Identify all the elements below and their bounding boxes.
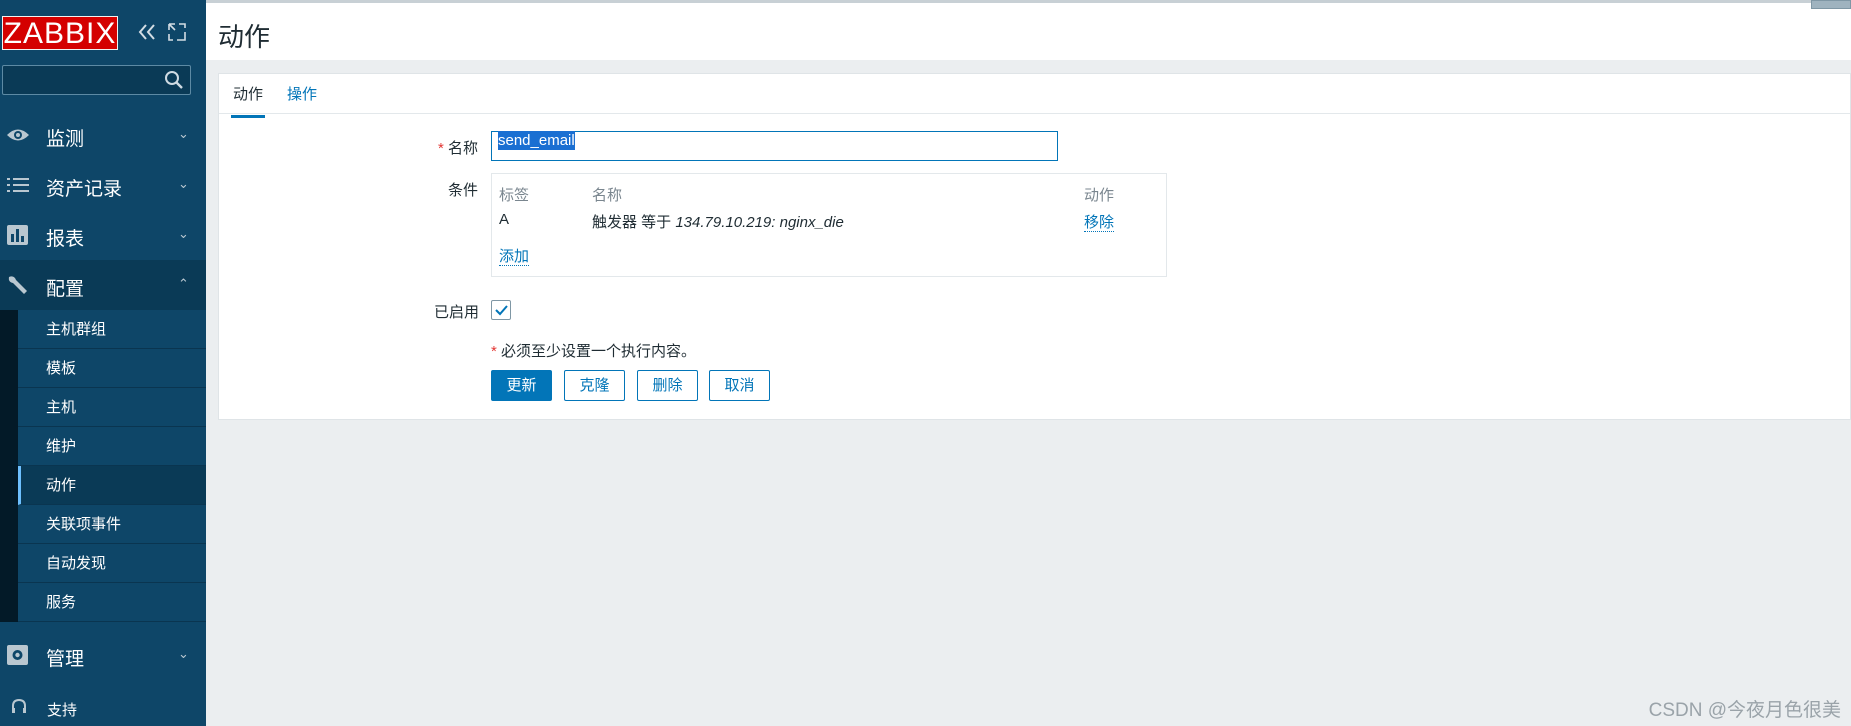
logo-row: ZABBIX [0, 0, 206, 66]
menu-label: 监测 [46, 129, 85, 150]
support-link[interactable]: 支持 [0, 690, 206, 726]
name-input-value: send_email [498, 131, 575, 150]
condition-type: 触发器 等于 [592, 214, 676, 231]
submenu-item-templates[interactable]: 模板 [18, 349, 206, 388]
delete-button[interactable]: 删除 [637, 370, 698, 401]
chevron-down-icon: ⌄ [178, 646, 189, 661]
column-header-name: 名称 [592, 187, 623, 204]
conditions-label: 条件 [448, 182, 479, 199]
menu-item-configuration[interactable]: 配置 ⌃ [0, 260, 206, 310]
page-header: 动作 [206, 0, 1851, 60]
tab-operations[interactable]: 操作 [287, 83, 317, 104]
add-condition-cell: 添加 [499, 245, 530, 266]
condition-name-cell: 触发器 等于 134.79.10.219: nginx_die [592, 211, 844, 232]
update-button[interactable]: 更新 [491, 370, 552, 401]
submenu-item-maintenance[interactable]: 维护 [18, 427, 206, 466]
search-icon[interactable] [164, 70, 184, 90]
menu-item-reports[interactable]: 报表 ⌄ [0, 210, 206, 260]
menu-item-inventory[interactable]: 资产记录 ⌄ [0, 160, 206, 210]
remove-condition-link[interactable]: 移除 [1084, 214, 1115, 232]
tab-action[interactable]: 动作 [231, 83, 266, 118]
chevron-down-icon: ⌄ [178, 226, 189, 241]
main-menu: 监测 ⌄ 资产记录 ⌄ 报表 ⌄ 配置 ⌃ 主机群组 模板 主机 维护 动作 关… [0, 110, 206, 680]
checkmark-icon [495, 305, 508, 316]
bar-chart-icon [6, 224, 30, 246]
tab-bar: 动作 操作 [219, 74, 1850, 118]
name-input[interactable]: send_email [491, 131, 1058, 161]
cancel-button[interactable]: 取消 [709, 370, 770, 401]
menu-label: 管理 [46, 649, 85, 670]
search-box [2, 65, 191, 95]
condition-value: 134.79.10.219: nginx_die [675, 214, 844, 231]
submenu-item-discovery[interactable]: 自动发现 [18, 544, 206, 583]
menu-item-monitoring[interactable]: 监测 ⌄ [0, 110, 206, 160]
configuration-submenu: 主机群组 模板 主机 维护 动作 关联项事件 自动发现 服务 [0, 310, 206, 622]
sidebar: ZABBIX 监测 ⌄ 资产记录 ⌄ 报表 ⌄ 配置 ⌃ 主机群组 模板 主机 … [0, 0, 206, 726]
name-label-row: * 名称 [438, 137, 478, 158]
menu-label: 报表 [46, 229, 85, 250]
list-icon [6, 174, 30, 196]
zabbix-logo[interactable]: ZABBIX [2, 16, 118, 50]
column-header-label: 标签 [499, 187, 530, 204]
submenu-item-actions[interactable]: 动作 [18, 466, 206, 505]
chevron-up-icon: ⌃ [178, 276, 189, 291]
chevron-down-icon: ⌄ [178, 126, 189, 141]
header-corner-button[interactable] [1811, 0, 1851, 9]
condition-action-cell: 移除 [1084, 211, 1115, 232]
search-input[interactable] [3, 66, 158, 94]
conditions-table: 标签 名称 动作 A 触发器 等于 134.79.10.219: nginx_d… [491, 173, 1167, 277]
enabled-checkbox[interactable] [491, 300, 511, 320]
menu-label: 配置 [46, 279, 85, 300]
submenu-item-hosts[interactable]: 主机 [18, 388, 206, 427]
condition-label-cell: A [499, 211, 510, 228]
required-hint: * 必须至少设置一个执行内容。 [491, 340, 696, 361]
name-label: 名称 [448, 140, 479, 157]
gear-icon [6, 644, 30, 666]
wrench-icon [6, 274, 30, 296]
watermark: CSDN @今夜月色很美 [1648, 700, 1841, 721]
menu-item-administration[interactable]: 管理 ⌄ [0, 630, 206, 680]
required-marker: * [438, 140, 444, 157]
headset-icon [10, 698, 28, 716]
kiosk-mode-icon[interactable] [167, 22, 187, 42]
submenu-item-services[interactable]: 服务 [18, 583, 206, 622]
eye-icon [6, 124, 30, 146]
submenu-item-host-groups[interactable]: 主机群组 [18, 310, 206, 349]
hint-text: 必须至少设置一个执行内容。 [501, 343, 697, 360]
submenu-item-event-correlation[interactable]: 关联项事件 [18, 505, 206, 544]
required-marker: * [491, 343, 497, 360]
collapse-sidebar-icon[interactable] [136, 20, 158, 44]
menu-label: 资产记录 [46, 179, 123, 200]
clone-button[interactable]: 克隆 [564, 370, 625, 401]
support-label: 支持 [47, 702, 78, 719]
add-condition-link[interactable]: 添加 [499, 248, 530, 266]
enabled-label: 已启用 [434, 304, 480, 321]
chevron-down-icon: ⌄ [178, 176, 189, 191]
page-title: 动作 [218, 22, 271, 52]
column-header-action: 动作 [1084, 187, 1115, 204]
